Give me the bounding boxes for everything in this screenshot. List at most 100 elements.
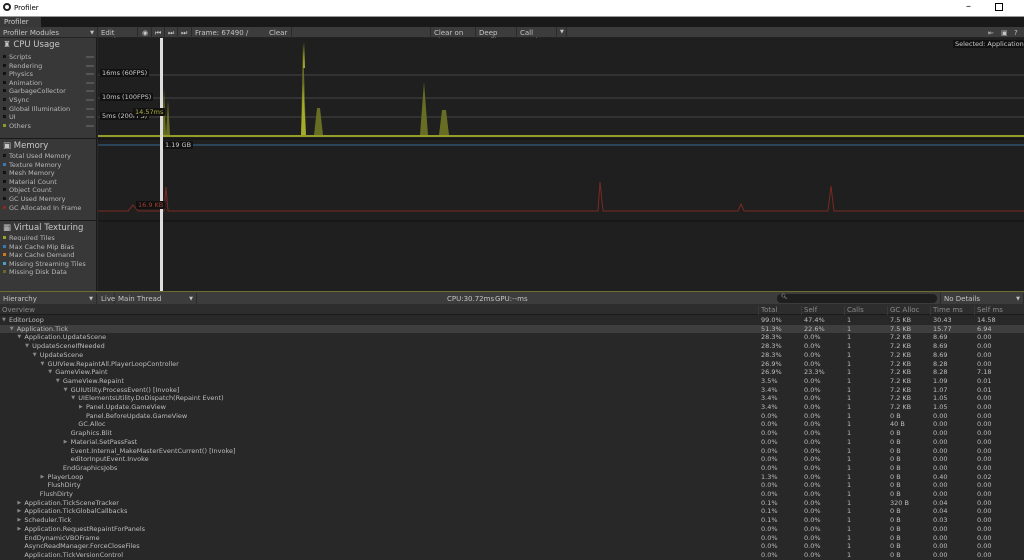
column-header-total[interactable]: Total bbox=[758, 306, 777, 315]
table-row[interactable]: ▶ Panel.Update.GameView 3.4% 0.0% 1 7.2 KB 1.0… bbox=[0, 403, 1024, 412]
save-icon[interactable]: ▣ bbox=[998, 27, 1010, 38]
clear-button[interactable]: Clear bbox=[266, 27, 292, 38]
table-row[interactable]: Panel.BeforeUpdate.GameView 0.0% 0.0% 1 0 B 0… bbox=[0, 412, 1024, 421]
column-header-time-ms[interactable]: Time ms bbox=[930, 306, 963, 315]
expand-right-icon[interactable]: ▶ bbox=[17, 499, 21, 508]
table-row[interactable]: ▶ Application.RequestRepaintForPanels 0.0%… bbox=[0, 525, 1024, 534]
selected-frame-marker[interactable] bbox=[160, 38, 163, 291]
table-row[interactable]: Graphics.Blit 0.0% 0.0% 1 0 B 0.00 0.00 bbox=[0, 429, 1024, 438]
reorder-handle[interactable] bbox=[86, 73, 94, 76]
expand-down-icon[interactable]: ▼ bbox=[56, 377, 60, 386]
legend-item-texture-memory[interactable]: Texture Memory bbox=[3, 161, 61, 169]
clear-on-play-toggle[interactable]: Clear on Play bbox=[430, 27, 476, 45]
legend-item-max-cache-mip-bias[interactable]: Max Cache Mip Bias bbox=[3, 243, 74, 251]
expand-down-icon[interactable]: ▼ bbox=[2, 316, 6, 325]
table-row[interactable]: ▼ GameView.Repaint 3.5% 0.0% 1 7.2 KB 1.09 0.01 bbox=[0, 377, 1024, 386]
legend-item-required-tiles[interactable]: Required Tiles bbox=[3, 234, 55, 242]
expand-down-icon[interactable]: ▼ bbox=[25, 342, 29, 351]
reorder-handle[interactable] bbox=[86, 116, 94, 119]
legend-item-garbagecollector[interactable]: GarbageCollector bbox=[3, 87, 66, 95]
table-row[interactable]: ▼ UIElementsUtility.DoDispatch(Repaint Ev… bbox=[0, 394, 1024, 403]
expand-right-icon[interactable]: ▶ bbox=[41, 473, 45, 482]
reorder-handle[interactable] bbox=[86, 64, 94, 67]
call-stacks-dropdown[interactable]: ▼ bbox=[557, 27, 567, 38]
minimize-button[interactable]: – bbox=[966, 1, 971, 12]
table-row[interactable]: editorInputEvent.Invoke 0.0% 0.0% 1 0 B 0.00 0… bbox=[0, 455, 1024, 464]
legend-item-missing-streaming-tiles[interactable]: Missing Streaming Tiles bbox=[3, 260, 86, 268]
reorder-handle[interactable] bbox=[86, 99, 94, 101]
table-row[interactable]: ▼ Application.Tick 51.3% 22.6% 1 7.5 KB 15.77 6… bbox=[0, 324, 1024, 334]
table-row[interactable]: EndDynamicVBOFrame 0.0% 0.0% 1 0 B 0.00 0.00 bbox=[0, 534, 1024, 543]
reorder-handle[interactable] bbox=[86, 90, 94, 93]
table-row[interactable]: FlushDirty 0.0% 0.0% 1 0 B 0.00 0.00 bbox=[0, 490, 1024, 499]
table-row[interactable]: Event.Internal_MakeMasterEventCurrent() … bbox=[0, 447, 1024, 456]
thread-dropdown[interactable]: Main Thread ▼ bbox=[115, 293, 197, 304]
expand-right-icon[interactable]: ▶ bbox=[79, 403, 83, 412]
table-row[interactable]: ▼ GUIUtility.ProcessEvent() [Invoke] 3.4% 0… bbox=[0, 386, 1024, 395]
expand-right-icon[interactable]: ▶ bbox=[17, 507, 21, 516]
legend-item-physics[interactable]: Physics bbox=[3, 70, 33, 78]
legend-item-max-cache-demand[interactable]: Max Cache Demand bbox=[3, 251, 74, 259]
details-dropdown[interactable]: No Details ▼ bbox=[940, 293, 1024, 304]
expand-right-icon[interactable]: ▶ bbox=[17, 516, 21, 525]
expand-down-icon[interactable]: ▼ bbox=[48, 368, 52, 377]
legend-item-object-count[interactable]: Object Count bbox=[3, 186, 52, 194]
charts-area[interactable]: 16ms (60FPS) 10ms (100FPS) 5ms (200FPS) … bbox=[98, 38, 1024, 291]
column-header-self[interactable]: Self bbox=[801, 306, 817, 315]
help-icon[interactable]: ? bbox=[1011, 27, 1023, 38]
reorder-handle[interactable] bbox=[86, 124, 94, 127]
table-row[interactable]: FlushDirty 0.0% 0.0% 1 0 B 0.00 0.00 bbox=[0, 481, 1024, 490]
table-row[interactable]: ▼ GameView.Paint 26.9% 23.3% 1 7.2 KB 8.28 7.18 bbox=[0, 368, 1024, 377]
table-row[interactable]: ▼ EditorLoop 99.0% 47.4% 1 7.5 KB 30.43 14.58 bbox=[0, 316, 1024, 325]
legend-item-mesh-memory[interactable]: Mesh Memory bbox=[3, 169, 55, 177]
table-row[interactable]: ▶ Application.TickSceneTracker 0.1% 0.0% 1 32… bbox=[0, 499, 1024, 508]
expand-down-icon[interactable]: ▼ bbox=[33, 351, 37, 360]
reorder-handle[interactable] bbox=[86, 81, 94, 84]
reorder-handle[interactable] bbox=[86, 107, 94, 110]
table-row[interactable]: GC.Alloc 0.0% 0.0% 1 40 B 0.00 0.00 bbox=[0, 420, 1024, 429]
reorder-handle[interactable] bbox=[86, 56, 94, 58]
load-icon[interactable]: ⇤ bbox=[985, 27, 997, 38]
memory-module[interactable]: ▣ Memory Total Used Memory Texture Memory… bbox=[0, 139, 97, 221]
view-dropdown[interactable]: Hierarchy ▼ bbox=[0, 293, 97, 304]
table-row[interactable]: ▶ Material.SetPassFast 0.0% 0.0% 1 0 B 0.00 0.0… bbox=[0, 438, 1024, 447]
legend-item-animation[interactable]: Animation bbox=[3, 79, 42, 87]
table-row[interactable]: ▶ Scheduler.Tick 0.1% 0.0% 1 0 B 0.03 0.00 bbox=[0, 516, 1024, 525]
expand-right-icon[interactable]: ▶ bbox=[64, 438, 68, 447]
column-header-gc-alloc[interactable]: GC Alloc bbox=[887, 306, 919, 315]
call-stacks-toggle[interactable]: Call Stacks bbox=[517, 27, 557, 45]
table-row[interactable]: EndGraphicsJobs 0.0% 0.0% 1 0 B 0.00 0.00 bbox=[0, 464, 1024, 473]
expand-down-icon[interactable]: ▼ bbox=[17, 333, 21, 342]
virtual-texturing-module[interactable]: ▦ Virtual Texturing Required Tiles Max Ca… bbox=[0, 221, 97, 291]
deep-profile-toggle[interactable]: Deep Profile bbox=[476, 27, 517, 45]
table-row[interactable]: ▼ UpdateScene 28.3% 0.0% 1 7.2 KB 8.69 0.00 bbox=[0, 351, 1024, 360]
column-header-self-ms[interactable]: Self ms bbox=[974, 306, 1003, 315]
table-row[interactable]: Application.TickVersionControl 0.0% 0.0% 1 0… bbox=[0, 551, 1024, 560]
record-button[interactable]: ◉ bbox=[139, 27, 152, 38]
previous-frame-button[interactable]: ⏮ bbox=[152, 27, 165, 38]
column-header-calls[interactable]: Calls bbox=[844, 306, 864, 315]
cpu-usage-module[interactable]: ♜ CPU Usage Scripts Rendering Physics Anima… bbox=[0, 38, 97, 139]
legend-item-ui[interactable]: UI bbox=[3, 113, 16, 121]
legend-item-global-illumination[interactable]: Global Illumination bbox=[3, 105, 70, 113]
expand-down-icon[interactable]: ▼ bbox=[41, 360, 45, 369]
expand-down-icon[interactable]: ▼ bbox=[64, 386, 68, 395]
expand-down-icon[interactable]: ▼ bbox=[10, 325, 14, 334]
table-row[interactable]: ▼ GUIView.RepaintAll.PlayerLoopController… bbox=[0, 360, 1024, 369]
table-row[interactable]: ▶ PlayerLoop 1.3% 0.0% 1 0 B 0.40 0.02 bbox=[0, 473, 1024, 482]
legend-item-material-count[interactable]: Material Count bbox=[3, 178, 57, 186]
profiler-modules-dropdown[interactable]: Profiler Modules ▼ bbox=[0, 27, 98, 38]
table-row[interactable]: ▶ Application.TickGlobalCallbacks 0.1% 0.0%… bbox=[0, 507, 1024, 516]
table-row[interactable]: AsyncReadManager.ForceCloseFiles 0.0% 0.0%… bbox=[0, 542, 1024, 551]
maximize-button[interactable] bbox=[995, 3, 1003, 11]
legend-item-missing-disk-data[interactable]: Missing Disk Data bbox=[3, 268, 67, 276]
legend-item-vsync[interactable]: VSync bbox=[3, 96, 29, 104]
table-row[interactable]: ▼ UpdateSceneIfNeeded 28.3% 0.0% 1 7.2 KB 8.69… bbox=[0, 342, 1024, 351]
legend-item-scripts[interactable]: Scripts bbox=[3, 53, 31, 61]
table-row[interactable]: ▼ Application.UpdateScene 28.3% 0.0% 1 7.2 KB… bbox=[0, 333, 1024, 342]
legend-item-rendering[interactable]: Rendering bbox=[3, 62, 42, 70]
legend-item-gc-allocated-in-frame[interactable]: GC Allocated In Frame bbox=[3, 204, 81, 212]
expand-down-icon[interactable]: ▼ bbox=[71, 394, 75, 403]
expand-right-icon[interactable]: ▶ bbox=[17, 525, 21, 534]
live-toggle[interactable]: Live bbox=[98, 293, 115, 304]
